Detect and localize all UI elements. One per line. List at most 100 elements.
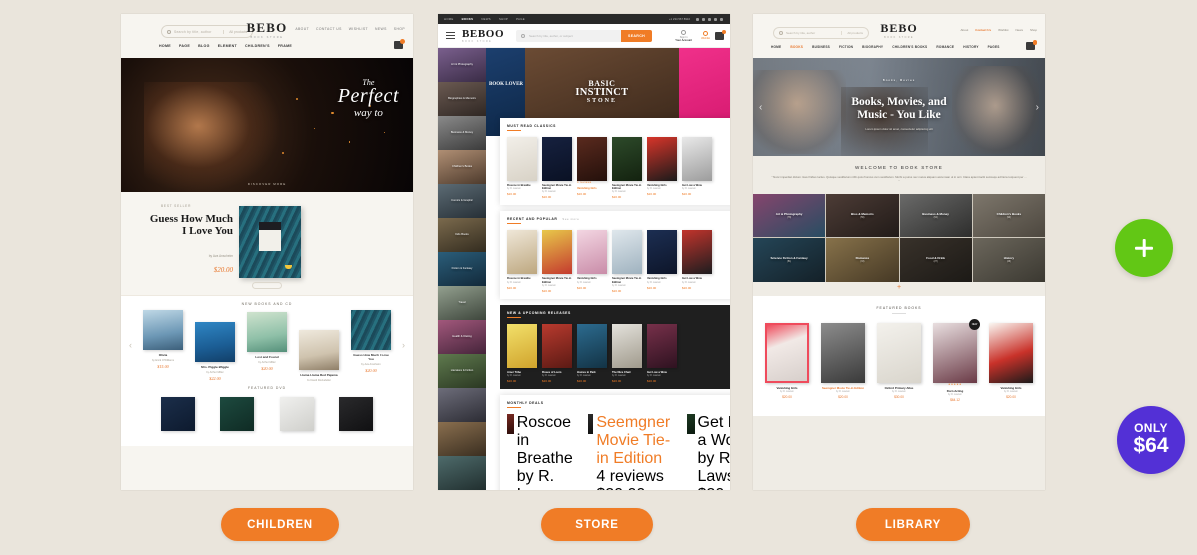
category-tile[interactable]: Children's Books (90) <box>972 193 1045 238</box>
category-tile[interactable]: Bios & Memoirs (56) <box>826 193 899 238</box>
nav-item-active[interactable]: BOOKS <box>462 17 474 21</box>
deal-row[interactable]: Roscoe in Breathe by R. Lawson $20.00 <box>507 414 580 490</box>
product-card[interactable]: Vanishing Girls by R. Lawson $20.00 <box>647 230 677 292</box>
brand-logo-store[interactable]: BEBOO BOOK STORE <box>462 28 504 43</box>
featured-book-cover[interactable] <box>239 206 301 278</box>
product-card[interactable]: Roses of Loom by R. Lawson $20.00 <box>542 323 572 383</box>
wishlist-link[interactable]: Wishlist <box>701 31 710 40</box>
nav-item[interactable]: HISTORY <box>963 45 978 49</box>
nav-item[interactable]: HOME <box>159 44 171 48</box>
sidebar-category[interactable] <box>438 422 486 456</box>
instagram-icon[interactable] <box>708 17 711 21</box>
product-card[interactable]: NEW ★★★★★ Dorn Acting by R. Lawson $64.1… <box>933 318 980 402</box>
add-button[interactable] <box>1115 219 1173 277</box>
demo-preview-store[interactable]: HOME BOOKS NEWS SHOP PAGE +1 234 567 891… <box>438 14 730 490</box>
product-card[interactable]: Seemgner Movie Tie-in Edition by R. Laws… <box>542 137 572 199</box>
product-card[interactable]: 4 reviews Vanishing Girls $20.00 <box>577 137 607 199</box>
cart-icon[interactable] <box>1026 40 1037 50</box>
top-link[interactable]: WISHLIST <box>349 27 368 31</box>
product-card[interactable]: Get Low a Wow by R. Lawson $20.00 <box>647 323 677 383</box>
sidebar-category[interactable]: Business & Money <box>438 116 486 150</box>
search-input[interactable]: Search by title, author All products <box>773 27 869 39</box>
product-card[interactable]: Get Low a Wow by R. Lawson $20.00 <box>682 137 712 199</box>
brand-logo-children[interactable]: BEBO BOOK STORE <box>247 21 288 39</box>
product-card[interactable]: Seemgner Movie Tie-in Edition by R. Laws… <box>821 322 865 402</box>
category-tile[interactable]: Romance (33) <box>826 238 899 282</box>
list-item[interactable]: Olivia by Erick O'Williams $15.00 <box>143 310 183 369</box>
top-link[interactable]: About <box>960 28 968 32</box>
top-link[interactable]: NEWS <box>375 27 387 31</box>
list-item[interactable]: Lost and Found by Arthur Miller $20.00 <box>247 312 287 371</box>
nav-item[interactable]: BUSINESS <box>812 45 830 49</box>
dvd-cover[interactable] <box>161 397 195 431</box>
search-input[interactable]: Search by title, author All products <box>161 25 253 38</box>
search-button[interactable]: SEARCH <box>621 29 652 42</box>
brand-logo-library[interactable]: BEBO BOOK STORE <box>880 22 917 39</box>
deal-row[interactable]: Seemgner Movie Tie-in Edition 4 reviews … <box>588 414 679 490</box>
demo-preview-children[interactable]: Search by title, author All products BEB… <box>121 14 413 490</box>
price-badge[interactable]: ONLY $64 <box>1117 406 1185 474</box>
product-card[interactable]: Homes in Park by R. Lawson $20.00 <box>577 323 607 383</box>
top-link[interactable]: News <box>1015 28 1023 32</box>
nav-item[interactable]: PAGE <box>179 44 190 48</box>
nav-item[interactable]: PAGES <box>988 45 1000 49</box>
product-card[interactable]: Roscoe in Breathe by R. Lawson $20.00 <box>507 137 537 199</box>
top-link-active[interactable]: Contact Us <box>975 28 991 32</box>
product-card[interactable]: Seemgner Movie Tie-in Edition by R. Laws… <box>612 230 642 293</box>
carousel-next-icon[interactable]: › <box>402 340 405 350</box>
product-card[interactable]: Oxford Primary Atlas by R. Lawson $30.00 <box>877 322 921 402</box>
see-more-link[interactable]: See more <box>562 217 579 221</box>
nav-item[interactable]: ROMANCE <box>936 45 954 49</box>
sidebar-category[interactable]: Health & Dieting <box>438 320 486 354</box>
product-card[interactable]: Roscoe in Breathe by R. Lawson $20.00 <box>507 230 537 292</box>
carousel-prev-icon[interactable]: ‹ <box>129 340 132 350</box>
children-demo-button[interactable]: CHILDREN <box>221 508 339 541</box>
product-card[interactable]: Seemgner Movie Tie-in Edition by R. Laws… <box>542 230 572 293</box>
nav-item[interactable]: ELEMENT <box>218 44 237 48</box>
top-link[interactable]: Shop <box>1030 28 1037 32</box>
list-item[interactable]: Guess How Much I Love You by Ava Anschei… <box>351 310 391 373</box>
nav-item-active[interactable]: BOOKS <box>790 45 803 49</box>
list-item[interactable]: Mrs. Piggle-Wiggle by Arthur Miller $22.… <box>195 322 235 381</box>
load-more-icon[interactable]: + <box>753 281 1045 296</box>
sidebar-category[interactable]: Literature & Fiction <box>438 354 486 388</box>
nav-item[interactable]: SHOP <box>499 17 508 21</box>
dvd-cover[interactable] <box>279 397 314 431</box>
sidebar-category[interactable] <box>438 388 486 422</box>
nav-item[interactable]: FRAME <box>278 44 292 48</box>
sidebar-category[interactable]: Kids Books <box>438 218 486 252</box>
hamburger-menu-icon[interactable] <box>446 31 455 40</box>
top-link[interactable]: SHOP <box>394 27 405 31</box>
category-tile[interactable]: Art & Photography (78) <box>753 193 826 238</box>
sidebar-category[interactable]: Children's Books <box>438 150 486 184</box>
hero-next-icon[interactable]: › <box>1036 102 1039 113</box>
sidebar-category[interactable] <box>438 456 486 490</box>
dvd-cover[interactable] <box>338 397 373 431</box>
facebook-icon[interactable] <box>696 17 699 21</box>
hero-prev-icon[interactable]: ‹ <box>759 102 762 113</box>
product-card[interactable]: Amer Tribe by R. Lawson $20.00 <box>507 323 537 383</box>
product-card[interactable]: Vanishing Girls by R. Lawson $20.00 <box>989 322 1033 402</box>
nav-item[interactable]: HOME <box>444 17 454 21</box>
sidebar-category[interactable]: Biographies & Memoirs <box>438 82 486 116</box>
social-icons[interactable] <box>696 17 723 21</box>
nav-item[interactable]: CHILDREN'S <box>245 44 270 48</box>
account-link[interactable]: Sign In Your Account <box>675 29 692 42</box>
product-card[interactable]: Vanishing Girls by R. Lawson $20.00 <box>577 230 607 292</box>
top-link[interactable]: Wishlist <box>998 28 1008 32</box>
demo-preview-library[interactable]: Search by title, author All products BEB… <box>753 14 1045 490</box>
top-link[interactable]: CONTACT US <box>316 27 342 31</box>
mail-icon[interactable] <box>720 17 723 21</box>
category-tile[interactable]: Food & Drink (27) <box>899 238 972 282</box>
top-link[interactable]: ABOUT <box>295 27 309 31</box>
cart-icon[interactable] <box>715 29 726 40</box>
sidebar-category[interactable]: Fiction & Fantasy <box>438 252 486 286</box>
carousel-dots[interactable] <box>252 282 282 289</box>
nav-item[interactable]: BLOG <box>198 44 210 48</box>
search-category-select[interactable]: All products <box>223 29 247 34</box>
nav-item[interactable]: HOME <box>771 45 781 49</box>
nav-item[interactable]: NEWS <box>481 17 491 21</box>
sidebar-category[interactable]: Art & Photography <box>438 48 486 82</box>
product-card[interactable]: Seemgner Movie Tie-in Edition by R. Laws… <box>612 137 642 199</box>
nav-item[interactable]: BIOGRAPHY <box>862 45 883 49</box>
